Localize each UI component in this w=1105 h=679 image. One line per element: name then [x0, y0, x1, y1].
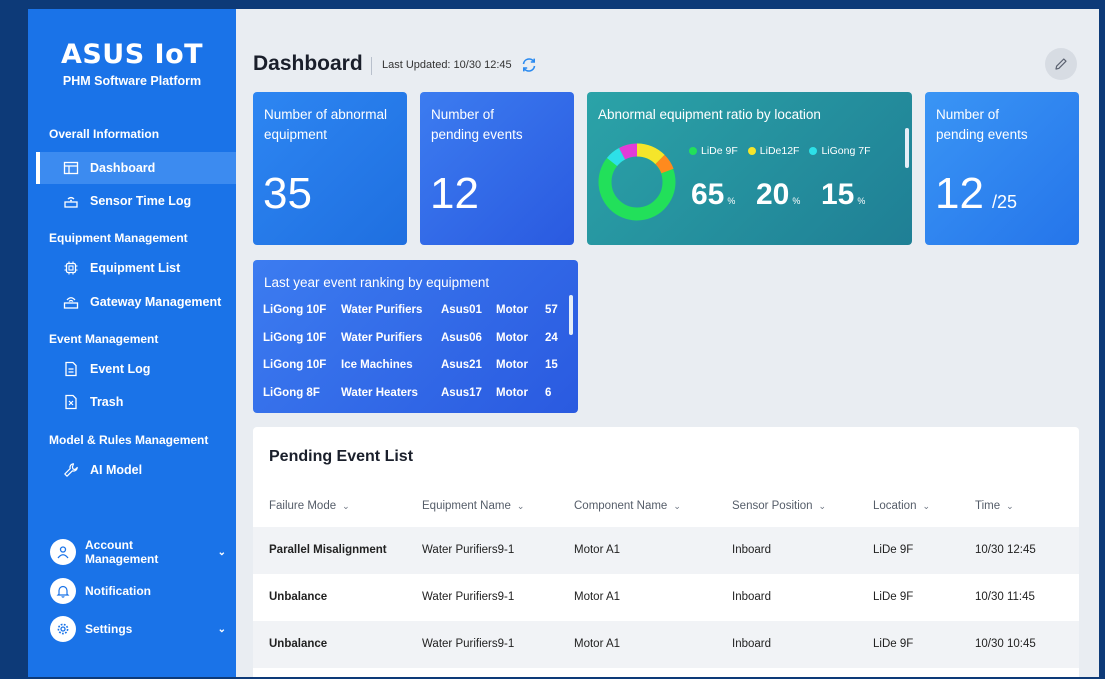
sidebar: ASUS IoT PHM Software Platform Overall I…: [28, 9, 236, 677]
abnormal-ratio-card: Abnormal equipment ratio by location LiD…: [587, 92, 912, 245]
chip-icon: [61, 260, 81, 276]
abnormal-equipment-count: 35: [263, 169, 312, 218]
sidebar-item-event-log[interactable]: Event Log: [36, 353, 236, 385]
notification-label: Notification: [85, 584, 151, 598]
pending-events-card: Number of pending events 12: [420, 92, 574, 245]
legend-item: LiGong 7F: [809, 145, 871, 157]
refresh-icon[interactable]: [520, 56, 538, 74]
sidebar-item-label: Gateway Management: [90, 295, 222, 309]
legend-item: LiDe 9F: [689, 145, 738, 157]
account-management-label: Account Management: [84, 538, 159, 566]
chevron-down-icon: ⌄: [922, 500, 931, 511]
sidebar-item-label: AI Model: [90, 463, 143, 477]
ratio-value-lide-12f: 20%: [756, 178, 801, 211]
page-title: Dashboard: [253, 52, 363, 75]
pencil-icon: [1055, 58, 1067, 70]
section-model: Model & Rules Management: [49, 433, 209, 447]
logo: ASUS IoT PHM Software Platform: [28, 9, 236, 88]
sidebar-item-equipment-list[interactable]: Equipment List: [36, 252, 236, 284]
ratio-legend: LiDe 9F LiDe12F LiGong 7F: [689, 145, 881, 157]
column-header-failure-mode[interactable]: Failure Mode ⌄: [269, 500, 350, 512]
header-divider: [371, 57, 372, 75]
card-title: Number of abnormal equipment: [264, 107, 388, 142]
sidebar-item-label: Event Log: [90, 362, 151, 376]
sidebar-item-label: Trash: [90, 395, 124, 409]
chevron-down-icon: ⌄: [217, 623, 226, 635]
pending-event-list: Pending Event List Failure Mode ⌄ Equipme…: [253, 427, 1079, 677]
gateway-icon: [61, 294, 81, 310]
notification-menu[interactable]: Notification: [50, 576, 226, 606]
list-item: LiGong 10F Water Purifiers Asus06 Motor 24: [263, 332, 558, 344]
section-event: Event Management: [49, 332, 159, 346]
sidebar-item-ai-model[interactable]: AI Model: [36, 454, 236, 486]
sidebar-item-label: Sensor Time Log: [90, 194, 192, 208]
card-title: Abnormal equipment ratio by location: [598, 107, 821, 122]
column-header-equipment-name[interactable]: Equipment Name ⌄: [422, 500, 524, 512]
donut-segment-orange: [655, 154, 674, 174]
table-row[interactable]: Parallel Misalignment Water Purifiers9-1…: [253, 527, 1079, 574]
section-equipment: Equipment Management: [49, 231, 188, 245]
column-header-location[interactable]: Location ⌄: [873, 500, 930, 512]
sidebar-item-label: Equipment List: [90, 261, 181, 275]
chevron-down-icon: ⌄: [673, 500, 681, 511]
app-window: ASUS IoT PHM Software Platform Overall I…: [28, 9, 1099, 677]
list-item: LiGong 10F Ice Machines Asus21 Motor 15: [263, 359, 558, 371]
table-row[interactable]: Unbalance Water Purifiers9-1 Motor A1 In…: [253, 574, 1079, 621]
sidebar-item-gateway-management[interactable]: Gateway Management: [36, 286, 236, 318]
edit-button[interactable]: [1045, 48, 1077, 80]
column-header-component-name[interactable]: Component Name ⌄: [574, 500, 681, 512]
brand-logo: ASUS IoT: [60, 39, 204, 70]
chevron-down-icon: ⌄: [516, 500, 525, 511]
donut-segment-cyan: [606, 147, 626, 167]
donut-chart: [598, 143, 676, 221]
wrench-icon: [61, 462, 81, 478]
card-title: Last year event ranking by equipment: [264, 275, 490, 290]
table-row[interactable]: Unbalance Water Purifiers9-1 Motor A1 In…: [253, 621, 1079, 668]
pending-events-total-card: Number of pending events 12/25: [925, 92, 1079, 245]
legend-item: LiDe12F: [747, 145, 799, 157]
trash-document-icon: [61, 394, 81, 410]
chevron-down-icon: ⌄: [342, 500, 350, 511]
column-header-sensor-position[interactable]: Sensor Position ⌄: [732, 500, 826, 512]
document-icon: [61, 361, 81, 377]
pending-events-count: 12: [430, 169, 479, 218]
card-scrollbar[interactable]: [905, 128, 909, 168]
card-scrollbar[interactable]: [569, 295, 573, 335]
sidebar-item-trash[interactable]: Trash: [36, 386, 236, 418]
column-header-time[interactable]: Time ⌄: [975, 500, 1014, 512]
gear-icon: [50, 616, 76, 642]
bell-icon: [50, 578, 76, 604]
sidebar-item-dashboard[interactable]: Dashboard: [36, 152, 236, 184]
settings-menu[interactable]: Settings ⌄: [50, 614, 226, 644]
ratio-value-ligong-7f: 15%: [821, 178, 866, 211]
account-management-menu[interactable]: Account Management ⌄: [50, 537, 226, 567]
list-item: LiGong 10F Water Purifiers Asus01 Motor 57: [263, 304, 558, 316]
sensor-icon: [61, 193, 81, 209]
panel-title: Pending Event List: [269, 448, 414, 465]
donut-segment-yellow: [636, 143, 665, 165]
sidebar-item-sensor-time-log[interactable]: Sensor Time Log: [36, 185, 236, 217]
chevron-down-icon: ⌄: [818, 500, 827, 511]
user-icon: [50, 539, 76, 565]
card-title: Number of pending events: [431, 107, 523, 142]
chevron-down-icon: ⌄: [1006, 500, 1014, 511]
sidebar-item-label: Dashboard: [90, 161, 156, 175]
ratio-value-lide-9f: 65%: [691, 178, 736, 211]
section-overall: Overall Information: [49, 127, 160, 141]
chevron-down-icon: ⌄: [217, 546, 226, 558]
list-item: LiGong 8F Water Heaters Asus17 Motor 6: [263, 387, 552, 399]
platform-name: PHM Software Platform: [62, 74, 202, 88]
event-ranking-card: Last year event ranking by equipment LiG…: [253, 260, 578, 413]
settings-label: Settings: [85, 622, 133, 636]
abnormal-equipment-card: Number of abnormal equipment 35: [253, 92, 407, 245]
dashboard-icon: [61, 160, 81, 176]
pending-events-total: 12/25: [935, 169, 1017, 218]
last-updated-text: Last Updated: 10/30 12:45: [382, 59, 512, 71]
donut-segment-magenta: [618, 143, 638, 160]
card-title: Number of pending events: [936, 107, 1028, 142]
